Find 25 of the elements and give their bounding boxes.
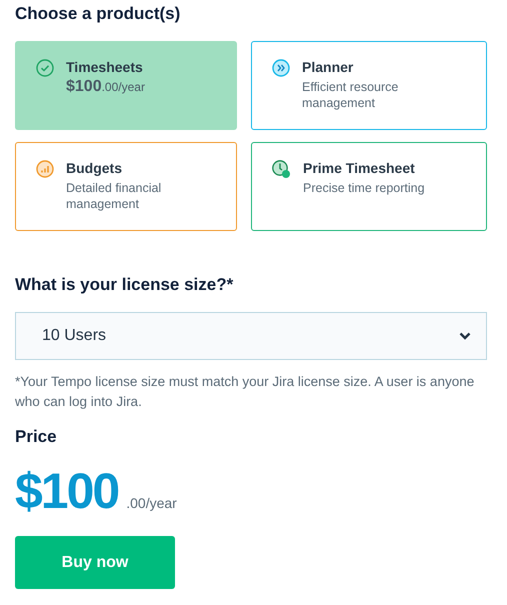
bar-chart-icon (36, 160, 54, 178)
price-period: .00/year (102, 80, 145, 94)
product-card[interactable]: Timesheets $100.00/year (15, 41, 237, 130)
clock-icon (272, 160, 291, 179)
product-card[interactable]: Prime Timesheet Precise time reporting (251, 142, 487, 231)
double-chevron-icon (272, 59, 290, 77)
section-heading: What is your license size?* (15, 275, 234, 295)
check-circle-icon (36, 59, 54, 77)
section-heading: Choose a product(s) (15, 4, 182, 24)
product-name: Timesheets (66, 58, 144, 76)
product-description: Efficient resource management (302, 79, 400, 111)
product-card[interactable]: Planner Efficient resource management (251, 41, 487, 130)
product-name: Prime Timesheet (303, 159, 416, 177)
product-card[interactable]: Budgets Detailed financial management (15, 142, 237, 231)
product-name: Planner (302, 58, 354, 76)
price-period: .00/year (126, 495, 177, 511)
product-name: Budgets (66, 159, 123, 177)
license-note: *Your Tempo license size must match your Jira license size. A user is anyone who can log into Jira. (15, 373, 476, 411)
product-description: Detailed financial management (66, 180, 162, 212)
section-heading: Price (15, 427, 58, 447)
product-price: $100 (66, 78, 102, 95)
product-description: Precise time reporting (303, 180, 425, 196)
chevron-down-icon (459, 332, 471, 340)
price-amount: $100 (15, 463, 118, 519)
license-size-dropdown[interactable]: 10 Users (15, 312, 487, 360)
